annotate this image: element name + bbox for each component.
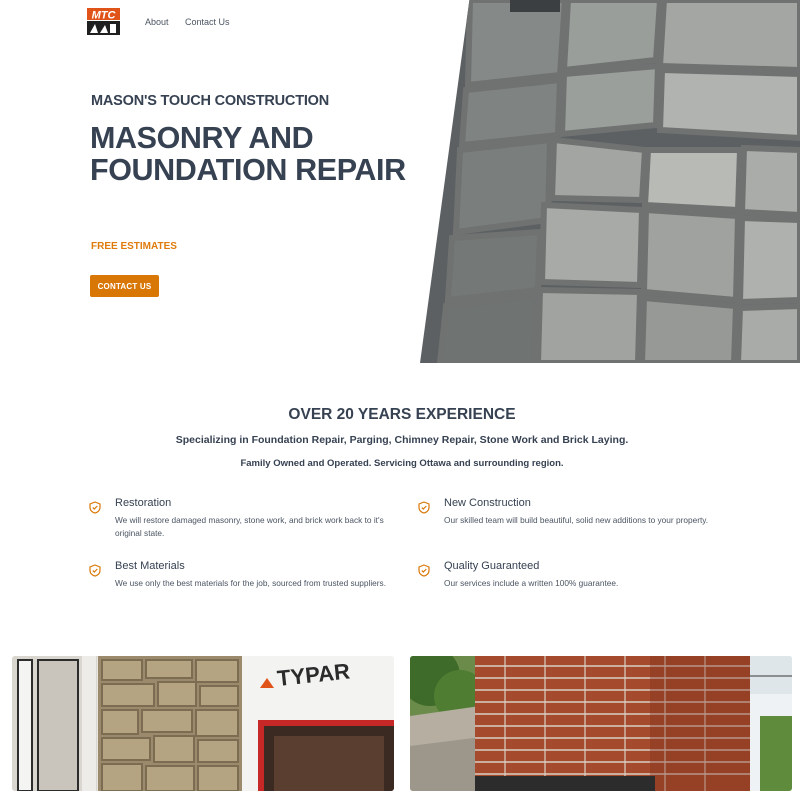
- experience-heading: OVER 20 YEARS EXPERIENCE: [288, 406, 516, 423]
- hero-stone-wall-image: [420, 0, 800, 363]
- feature-description: We use only the best materials for the j…: [115, 578, 387, 588]
- nav-link-about[interactable]: About: [145, 17, 169, 27]
- feature-description: We will restore damaged masonry, stone w…: [115, 515, 384, 538]
- feature-description: Our skilled team will build beautiful, s…: [444, 515, 709, 525]
- hero-headline: MASONRY AND FOUNDATION REPAIR: [90, 121, 406, 187]
- svg-text:MTC: MTC: [92, 10, 117, 22]
- feature-title: New Construction: [444, 497, 531, 509]
- feature-description: Our services include a written 100% guar…: [444, 578, 619, 588]
- feature-title: Restoration: [115, 497, 172, 509]
- nav-link-contact-us[interactable]: Contact Us: [185, 17, 230, 27]
- feature-title: Quality Guaranteed: [444, 560, 540, 572]
- shield-check-icon: [89, 564, 101, 577]
- feature-title: Best Materials: [115, 560, 185, 572]
- hero-company-name: MASON'S TOUCH CONSTRUCTION: [91, 93, 330, 109]
- shield-check-icon: [89, 501, 101, 514]
- shield-check-icon: [418, 501, 430, 514]
- company-logo[interactable]: MTC: [86, 6, 120, 36]
- navbar: MTC About Contact Us: [0, 0, 420, 46]
- experience-note: Family Owned and Operated. Servicing Ott…: [240, 458, 564, 469]
- gallery-image-stone-column[interactable]: TYPAR: [12, 656, 394, 791]
- shield-check-icon: [418, 564, 430, 577]
- gallery-image-brick-chimney[interactable]: [410, 656, 792, 791]
- experience-subheading: Specializing in Foundation Repair, Pargi…: [175, 434, 629, 446]
- hero-tagline: FREE ESTIMATES: [91, 241, 177, 252]
- contact-us-button[interactable]: CONTACT US: [90, 275, 159, 297]
